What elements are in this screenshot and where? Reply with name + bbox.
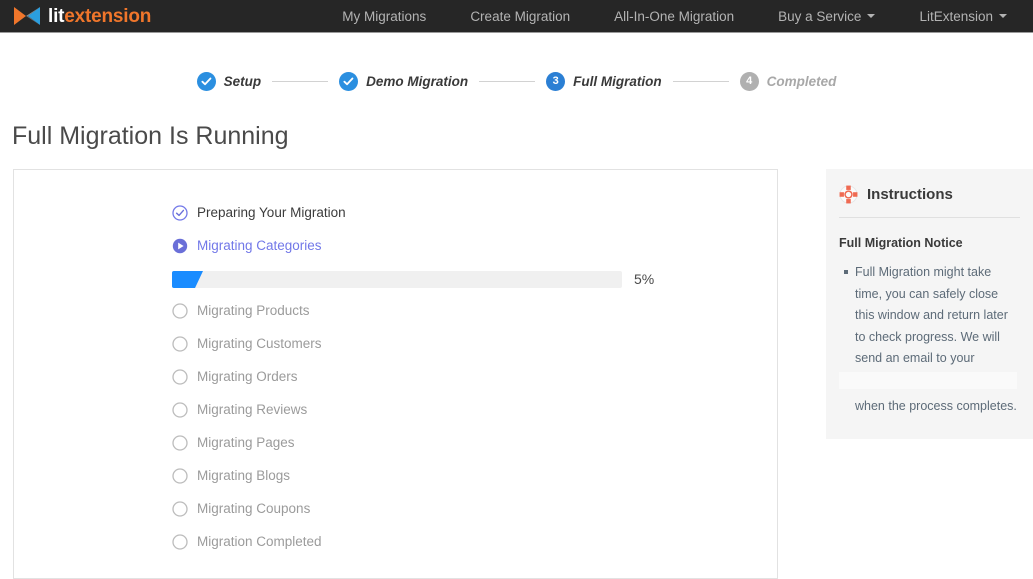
brand-wordmark: litextension bbox=[48, 7, 151, 26]
list-item-label: Migrating Orders bbox=[197, 369, 298, 384]
nav-item-buy-a-service[interactable]: Buy a Service bbox=[756, 0, 897, 32]
empty-circle-icon bbox=[172, 500, 188, 517]
instructions-bullet-text: Full Migration might take time, you can … bbox=[855, 265, 1008, 365]
page-title: Full Migration Is Running bbox=[12, 122, 289, 150]
list-item-label: Migration Completed bbox=[197, 534, 322, 549]
nav-item-label: All-In-One Migration bbox=[614, 8, 735, 24]
step-completed[interactable]: 4 Completed bbox=[739, 72, 837, 91]
list-item: Migrating Pages bbox=[172, 426, 777, 459]
brand-name-light: lit bbox=[48, 5, 65, 27]
migration-progress-bar-row: 5% bbox=[172, 264, 777, 294]
step-number-badge: 4 bbox=[739, 72, 759, 91]
step-setup[interactable]: Setup bbox=[196, 72, 262, 91]
list-item: Preparing Your Migration bbox=[172, 196, 777, 229]
lifebuoy-icon bbox=[839, 185, 858, 204]
chevron-down-icon bbox=[867, 14, 876, 18]
step-label: Demo Migration bbox=[366, 74, 469, 89]
list-item: Migrating Categories bbox=[172, 229, 777, 262]
migration-progress-card: Preparing Your Migration Migrating Categ… bbox=[13, 169, 778, 579]
list-item: Migrating Blogs bbox=[172, 459, 777, 492]
empty-circle-icon bbox=[172, 533, 188, 550]
step-number: 4 bbox=[746, 75, 753, 87]
list-item-label: Migrating Customers bbox=[197, 336, 322, 351]
step-label: Full Migration bbox=[573, 74, 662, 89]
list-item-label: Migrating Blogs bbox=[197, 468, 291, 483]
brand-name-accent: extension bbox=[64, 5, 152, 27]
instructions-panel: Instructions Full Migration Notice Full … bbox=[826, 169, 1033, 439]
nav-item-my-migrations[interactable]: My Migrations bbox=[320, 0, 448, 32]
chevron-down-icon bbox=[999, 14, 1007, 18]
list-item-label: Preparing Your Migration bbox=[197, 205, 346, 220]
check-circle-outline-icon bbox=[172, 204, 188, 221]
step-number-badge: 3 bbox=[546, 72, 566, 91]
step-full-migration[interactable]: 3 Full Migration bbox=[546, 72, 662, 91]
list-item: Full Migration might take time, you can … bbox=[839, 262, 1020, 417]
step-demo-migration[interactable]: Demo Migration bbox=[339, 72, 468, 91]
nav-item-label: Buy a Service bbox=[778, 8, 862, 24]
migration-stepper: Setup Demo Migration 3 Full Migration 4 … bbox=[0, 72, 1033, 91]
check-circle-icon bbox=[196, 72, 216, 91]
list-item-label: Migrating Reviews bbox=[197, 402, 308, 417]
nav-item-create-migration[interactable]: Create Migration bbox=[448, 0, 592, 32]
list-item: Migration Completed bbox=[172, 525, 777, 558]
step-connector bbox=[672, 81, 729, 82]
list-item-label: Migrating Products bbox=[197, 303, 310, 318]
litextension-logo-icon bbox=[14, 7, 40, 25]
step-label: Setup bbox=[223, 74, 262, 89]
empty-circle-icon bbox=[172, 467, 188, 484]
list-item: Migrating Products bbox=[172, 294, 777, 327]
list-item-label: Migrating Coupons bbox=[197, 501, 311, 516]
nav-item-label: My Migrations bbox=[342, 8, 427, 24]
list-item: Migrating Orders bbox=[172, 360, 777, 393]
brand-logo-link[interactable]: litextension bbox=[0, 0, 151, 32]
nav-item-all-in-one-migration[interactable]: All-In-One Migration bbox=[592, 0, 756, 32]
nav-item-account-menu[interactable]: LitExtension bbox=[897, 0, 1033, 32]
instructions-header: Instructions bbox=[839, 185, 1020, 218]
step-label: Completed bbox=[766, 74, 837, 89]
step-connector bbox=[272, 81, 329, 82]
migration-step-list: Preparing Your Migration Migrating Categ… bbox=[172, 190, 777, 558]
progress-track bbox=[172, 270, 622, 288]
instructions-title: Instructions bbox=[867, 186, 953, 203]
top-navigation-bar: litextension My Migrations Create Migrat… bbox=[0, 0, 1033, 33]
empty-circle-icon bbox=[172, 401, 188, 418]
empty-circle-icon bbox=[172, 335, 188, 352]
instructions-bullet-tail: when the process completes. bbox=[855, 398, 1017, 413]
nav-links: My Migrations Create Migration All-In-On… bbox=[320, 0, 1033, 32]
instructions-subtitle: Full Migration Notice bbox=[839, 236, 963, 250]
list-item-label: Migrating Pages bbox=[197, 435, 295, 450]
progress-percent-label: 5% bbox=[634, 271, 655, 287]
content-layout: Preparing Your Migration Migrating Categ… bbox=[0, 169, 1033, 579]
empty-circle-icon bbox=[172, 434, 188, 451]
instructions-bullet-list: Full Migration might take time, you can … bbox=[839, 262, 1020, 417]
list-item: Migrating Customers bbox=[172, 327, 777, 360]
list-item: Migrating Coupons bbox=[172, 492, 777, 525]
step-number: 3 bbox=[552, 75, 559, 87]
progress-fill bbox=[172, 270, 202, 288]
empty-circle-icon bbox=[172, 368, 188, 385]
step-connector bbox=[479, 81, 536, 82]
play-circle-icon bbox=[172, 238, 188, 253]
check-circle-icon bbox=[339, 72, 359, 91]
redacted-email-placeholder bbox=[839, 371, 1017, 389]
list-item: Migrating Reviews bbox=[172, 393, 777, 426]
nav-item-label: Create Migration bbox=[470, 8, 571, 24]
nav-item-label: LitExtension bbox=[919, 8, 993, 24]
list-item-label: Migrating Categories bbox=[197, 238, 322, 253]
empty-circle-icon bbox=[172, 302, 188, 319]
